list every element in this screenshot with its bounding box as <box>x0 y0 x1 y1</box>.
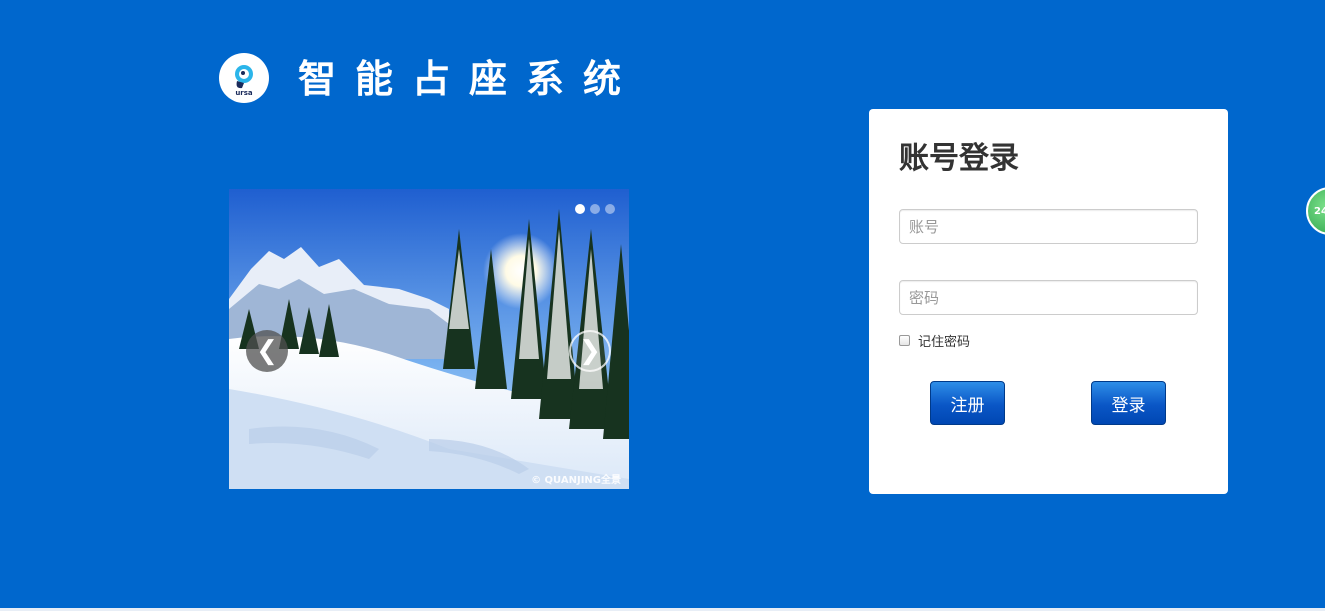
floating-badge[interactable]: 24 <box>1306 187 1325 235</box>
login-page: ursa 智能占座系统 ❮ ❯ © QUANJING全景 账号登录 账号 记住密… <box>0 0 1325 611</box>
image-watermark: © QUANJING全景 <box>531 475 621 486</box>
carousel-dot-2[interactable] <box>590 204 600 214</box>
carousel-indicators <box>575 204 615 214</box>
logo-text: ursa <box>235 89 253 97</box>
image-carousel: ❮ ❯ © QUANJING全景 <box>229 189 629 489</box>
login-button[interactable]: 登录 <box>1091 381 1166 425</box>
carousel-next-button[interactable]: ❯ <box>569 330 611 372</box>
app-title: 智能占座系统 <box>298 57 641 101</box>
carousel-dot-3[interactable] <box>605 204 615 214</box>
chevron-right-icon: ❯ <box>579 336 601 366</box>
register-button[interactable]: 注册 <box>930 381 1005 425</box>
login-title: 账号登录 <box>899 141 1019 176</box>
remember-password-checkbox[interactable] <box>899 335 910 346</box>
carousel-slide-image <box>229 189 629 489</box>
remember-password-label: 记住密码 <box>918 335 971 350</box>
carousel-dot-1[interactable] <box>575 204 585 214</box>
chevron-left-icon: ❮ <box>256 336 278 366</box>
password-input[interactable] <box>899 280 1198 315</box>
account-input[interactable] <box>899 209 1198 244</box>
carousel-prev-button[interactable]: ❮ <box>246 330 288 372</box>
logo: ursa <box>219 53 269 103</box>
login-panel: 账号登录 记住密码 注册 登录 <box>869 109 1228 494</box>
remember-password[interactable]: 记住密码 <box>899 331 970 350</box>
